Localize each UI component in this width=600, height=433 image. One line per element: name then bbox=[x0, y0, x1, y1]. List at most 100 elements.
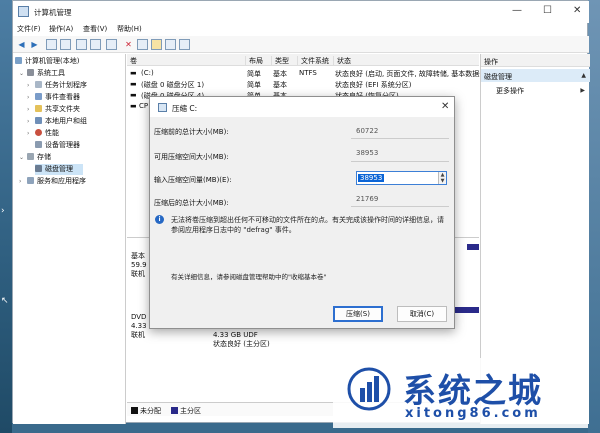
tree-event-viewer[interactable]: › 事件查看器 bbox=[27, 92, 80, 103]
help-icon[interactable] bbox=[90, 39, 101, 50]
tree-device-manager[interactable]: 设备管理器 bbox=[35, 140, 80, 151]
shrink-button[interactable]: 压缩(S) bbox=[333, 306, 383, 322]
delete-icon[interactable]: ✕ bbox=[123, 39, 134, 50]
tree-root[interactable]: 计算机管理(本地) bbox=[15, 56, 79, 67]
disk-icon bbox=[35, 165, 42, 172]
up-folder-icon[interactable] bbox=[46, 39, 57, 50]
tree-storage[interactable]: ⌄ 存储 bbox=[19, 152, 51, 163]
collapse-icon[interactable]: ▲ bbox=[581, 72, 586, 79]
desktop-arrow-icon: › bbox=[1, 206, 5, 216]
drive-icon: ▬ bbox=[130, 91, 137, 99]
services-icon bbox=[27, 177, 34, 184]
tree-system-tools[interactable]: ⌄ 系统工具 bbox=[19, 68, 65, 79]
chevron-down-icon[interactable]: ⌄ bbox=[19, 70, 27, 77]
storage-icon bbox=[27, 153, 34, 160]
info-icon: i bbox=[155, 215, 164, 224]
console-tree-icon[interactable] bbox=[60, 39, 71, 50]
properties-icon[interactable] bbox=[76, 39, 87, 50]
chevron-right-icon[interactable]: › bbox=[27, 118, 35, 125]
col-type[interactable]: 类型 bbox=[271, 56, 289, 66]
list-view-icon[interactable] bbox=[106, 39, 117, 50]
disk0-partition-bar bbox=[467, 244, 479, 250]
menu-help[interactable]: 帮助(H) bbox=[117, 24, 142, 34]
watermark-url: xitong86.com bbox=[405, 406, 541, 421]
cursor-icon: ↖ bbox=[1, 296, 9, 306]
divider bbox=[351, 206, 449, 207]
table-row[interactable]: ▬ (C:) 简单 基本 NTFS 状态良好 (启动, 页面文件, 故障转储, … bbox=[127, 67, 486, 78]
chevron-down-icon[interactable]: ⌄ bbox=[19, 154, 27, 161]
divider bbox=[351, 161, 449, 162]
cancel-button[interactable]: 取消(C) bbox=[397, 306, 447, 322]
dialog-icon bbox=[158, 103, 167, 112]
tree-shared-folders[interactable]: › 共享文件夹 bbox=[27, 104, 80, 115]
actions-disk-management[interactable]: 磁盘管理 ▲ bbox=[481, 69, 590, 82]
menu-action[interactable]: 操作(A) bbox=[49, 24, 73, 34]
minimize-button[interactable]: — bbox=[512, 5, 522, 16]
dialog-title-bar: 压缩 C: ✕ bbox=[150, 97, 454, 117]
console-tree: 计算机管理(本地) ⌄ 系统工具 › 任务计划程序 › 事件查看器 › 共享文件夹 › 本… bbox=[13, 54, 126, 424]
tree-disk-management[interactable]: 磁盘管理 bbox=[35, 164, 83, 175]
tree-services[interactable]: › 服务和应用程序 bbox=[19, 176, 86, 187]
available-size-value: 38953 bbox=[356, 149, 379, 157]
table-row[interactable]: ▬ (磁盘 0 磁盘分区 1) 简单 基本 状态良好 (EFI 系统分区) bbox=[127, 78, 479, 89]
shrink-dialog: 压缩 C: ✕ 压缩前的总计大小(MB): 60722 可用压缩空间大小(MB)… bbox=[149, 96, 455, 329]
check-icon[interactable] bbox=[137, 39, 148, 50]
back-arrow-icon[interactable]: ◀ bbox=[16, 39, 27, 50]
toolbar: ◀ ▶ ✕ bbox=[13, 36, 589, 53]
site-logo-icon bbox=[347, 367, 391, 411]
volume-list-header: 卷 布局 类型 文件系统 状态 bbox=[127, 54, 479, 66]
view-icon[interactable] bbox=[179, 39, 190, 50]
dvd-partition[interactable]: 4.33 GB UDF 状态良好 (主分区) bbox=[213, 331, 270, 349]
device-manager-icon bbox=[35, 141, 42, 148]
legend-primary: 主分区 bbox=[171, 406, 201, 416]
col-layout[interactable]: 布局 bbox=[245, 56, 263, 66]
col-status[interactable]: 状态 bbox=[333, 56, 351, 66]
drive-icon: ▬ bbox=[130, 102, 137, 110]
drive-icon: ▬ bbox=[130, 69, 137, 77]
chevron-right-icon[interactable]: ▶ bbox=[580, 87, 585, 94]
chevron-right-icon[interactable]: › bbox=[27, 130, 35, 137]
actions-header: 操作 bbox=[481, 54, 590, 67]
divider bbox=[351, 138, 449, 139]
shrink-amount-input[interactable]: 38953 ▲ ▼ bbox=[356, 171, 447, 185]
tree-local-users[interactable]: › 本地用户和组 bbox=[27, 116, 87, 127]
dialog-close-icon[interactable]: ✕ bbox=[441, 101, 449, 112]
watermark-name: 系统之城 bbox=[403, 371, 543, 410]
performance-icon bbox=[35, 129, 42, 136]
menu-view[interactable]: 查看(V) bbox=[83, 24, 107, 34]
users-icon bbox=[35, 117, 42, 124]
event-icon bbox=[35, 93, 42, 100]
col-filesystem[interactable]: 文件系统 bbox=[297, 56, 329, 66]
tools-icon bbox=[27, 69, 34, 76]
chevron-right-icon[interactable]: › bbox=[27, 94, 35, 101]
help-text: 有关详细信息，请参阅磁盘管理帮助中的"收缩基本卷" bbox=[171, 273, 327, 281]
drive-icon: ▬ bbox=[130, 80, 137, 88]
watermark: 系统之城 xitong86.com bbox=[333, 358, 588, 428]
spin-down-icon[interactable]: ▼ bbox=[438, 178, 446, 184]
folder-icon[interactable] bbox=[151, 39, 162, 50]
close-button[interactable]: ✕ bbox=[573, 5, 581, 16]
window-title: 计算机管理 bbox=[34, 8, 72, 17]
forward-arrow-icon[interactable]: ▶ bbox=[29, 39, 40, 50]
more-actions[interactable]: 更多操作 bbox=[496, 86, 524, 96]
after-size-value: 21769 bbox=[356, 195, 379, 203]
tree-performance[interactable]: › 性能 bbox=[27, 128, 59, 139]
legend-unallocated: 未分配 bbox=[131, 406, 161, 416]
chevron-right-icon[interactable]: › bbox=[27, 82, 35, 89]
available-size-label: 可用压缩空间大小(MB): bbox=[154, 153, 229, 161]
after-size-label: 压缩后的总计大小(MB): bbox=[154, 199, 229, 207]
col-volume[interactable]: 卷 bbox=[127, 56, 137, 66]
tree-task-scheduler[interactable]: › 任务计划程序 bbox=[27, 80, 87, 91]
shrink-amount-label: 输入压缩空间量(MB)(E): bbox=[154, 176, 232, 184]
shared-folder-icon bbox=[35, 105, 42, 112]
menu-file[interactable]: 文件(F) bbox=[17, 24, 41, 34]
maximize-button[interactable]: ☐ bbox=[543, 5, 552, 16]
chevron-right-icon[interactable]: › bbox=[19, 178, 27, 185]
chevron-right-icon[interactable]: › bbox=[27, 106, 35, 113]
desktop-left-edge: › ↖ bbox=[0, 0, 12, 433]
title-bar: 计算机管理 — ☐ ✕ bbox=[13, 1, 589, 23]
menu-bar: 文件(F) 操作(A) 查看(V) 帮助(H) bbox=[13, 23, 589, 36]
computer-icon bbox=[15, 57, 22, 64]
disk0-label[interactable]: 基本 59.9 联机 bbox=[131, 252, 147, 279]
search-icon[interactable] bbox=[165, 39, 176, 50]
